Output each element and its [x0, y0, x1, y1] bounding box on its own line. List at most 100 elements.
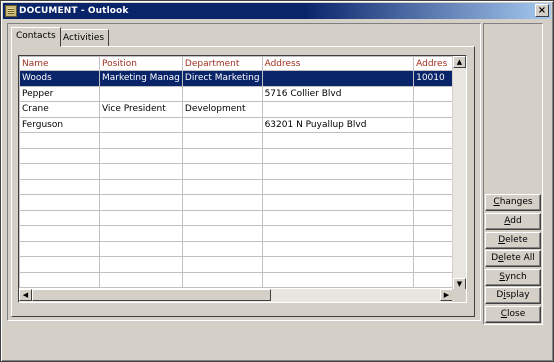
empty-cell[interactable]: [413, 194, 453, 211]
title-bar[interactable]: DOCUMENT - Outlook ×: [3, 3, 551, 19]
empty-cell[interactable]: [98, 209, 183, 226]
empty-table-row[interactable]: [19, 163, 453, 180]
empty-cell[interactable]: [181, 163, 263, 180]
empty-cell[interactable]: [413, 147, 453, 164]
cell-address[interactable]: [261, 101, 415, 118]
cell-address[interactable]: 63201 N Puyallup Blvd: [261, 116, 415, 133]
changes-button[interactable]: Changes: [485, 194, 541, 211]
empty-table-row[interactable]: [19, 178, 453, 195]
empty-cell[interactable]: [181, 132, 263, 149]
vertical-scrollbar[interactable]: ▲ ▼: [452, 56, 466, 290]
tab-activities[interactable]: Activities: [58, 29, 110, 47]
empty-cell[interactable]: [261, 240, 415, 257]
empty-cell[interactable]: [98, 271, 183, 288]
cell-position[interactable]: Vice President: [98, 101, 183, 118]
empty-cell[interactable]: [181, 256, 263, 273]
table-row[interactable]: Ferguson 63201 N Puyallup Blvd: [19, 116, 453, 133]
empty-cell[interactable]: [98, 147, 183, 164]
empty-cell[interactable]: [413, 163, 453, 180]
empty-cell[interactable]: [19, 147, 100, 164]
cell-position[interactable]: [98, 85, 183, 102]
empty-cell[interactable]: [261, 225, 415, 242]
empty-cell[interactable]: [19, 194, 100, 211]
cell-name[interactable]: Crane: [19, 101, 100, 118]
cell-department[interactable]: [181, 85, 263, 102]
empty-cell[interactable]: [98, 194, 183, 211]
empty-cell[interactable]: [261, 163, 415, 180]
empty-cell[interactable]: [413, 271, 453, 288]
empty-cell[interactable]: [261, 256, 415, 273]
empty-cell[interactable]: [181, 271, 263, 288]
empty-cell[interactable]: [19, 178, 100, 195]
empty-table-row[interactable]: [19, 256, 453, 273]
empty-cell[interactable]: [413, 256, 453, 273]
empty-cell[interactable]: [413, 178, 453, 195]
empty-cell[interactable]: [181, 178, 263, 195]
empty-cell[interactable]: [98, 240, 183, 257]
empty-cell[interactable]: [19, 132, 100, 149]
cell-address[interactable]: [261, 70, 415, 87]
scroll-up-icon[interactable]: ▲: [453, 56, 466, 68]
empty-cell[interactable]: [181, 194, 263, 211]
empty-cell[interactable]: [261, 194, 415, 211]
close-button[interactable]: Close: [485, 306, 541, 323]
delete-all-button[interactable]: Delete All: [485, 250, 541, 267]
cell-name[interactable]: Pepper: [19, 85, 100, 102]
empty-cell[interactable]: [19, 225, 100, 242]
empty-cell[interactable]: [181, 240, 263, 257]
display-button[interactable]: Display: [485, 287, 541, 304]
cell-position[interactable]: [98, 116, 183, 133]
scroll-left-icon[interactable]: ◀: [19, 289, 32, 301]
cell-address-2[interactable]: 10010: [413, 70, 453, 87]
empty-cell[interactable]: [19, 256, 100, 273]
horizontal-scrollbar[interactable]: ◀ ▶: [19, 289, 453, 302]
empty-cell[interactable]: [261, 209, 415, 226]
empty-cell[interactable]: [261, 132, 415, 149]
close-window-button[interactable]: ×: [535, 4, 549, 17]
column-header-department[interactable]: Department: [181, 56, 263, 71]
empty-table-row[interactable]: [19, 271, 453, 288]
add-button[interactable]: Add: [485, 213, 541, 230]
empty-cell[interactable]: [181, 209, 263, 226]
cell-department[interactable]: Development: [181, 101, 263, 118]
column-header-name[interactable]: Name: [19, 56, 100, 71]
empty-cell[interactable]: [413, 132, 453, 149]
empty-cell[interactable]: [181, 147, 263, 164]
empty-cell[interactable]: [19, 209, 100, 226]
empty-cell[interactable]: [19, 240, 100, 257]
empty-table-row[interactable]: [19, 194, 453, 211]
empty-cell[interactable]: [261, 271, 415, 288]
cell-address-2[interactable]: [413, 116, 453, 133]
empty-cell[interactable]: [413, 240, 453, 257]
horizontal-scroll-thumb[interactable]: [32, 289, 271, 301]
cell-position[interactable]: Marketing Manag: [98, 70, 183, 87]
empty-cell[interactable]: [98, 132, 183, 149]
cell-name[interactable]: Ferguson: [19, 116, 100, 133]
empty-cell[interactable]: [98, 163, 183, 180]
cell-name[interactable]: Woods: [19, 70, 100, 87]
empty-table-row[interactable]: [19, 240, 453, 257]
cell-address-2[interactable]: [413, 85, 453, 102]
empty-cell[interactable]: [19, 271, 100, 288]
empty-cell[interactable]: [261, 147, 415, 164]
table-row[interactable]: Woods Marketing Manag Direct Marketing 1001…: [19, 70, 453, 87]
cell-address[interactable]: 5716 Collier Blvd: [261, 85, 415, 102]
cell-department[interactable]: Direct Marketing: [181, 70, 263, 87]
empty-cell[interactable]: [261, 178, 415, 195]
empty-table-row[interactable]: [19, 132, 453, 149]
synch-button[interactable]: Synch: [485, 269, 541, 286]
empty-cell[interactable]: [413, 225, 453, 242]
delete-button[interactable]: Delete: [485, 232, 541, 249]
table-row[interactable]: Pepper 5716 Collier Blvd: [19, 85, 453, 102]
tab-contacts[interactable]: Contacts: [11, 27, 61, 47]
empty-table-row[interactable]: [19, 209, 453, 226]
cell-address-2[interactable]: [413, 101, 453, 118]
table-row[interactable]: Crane Vice President Development: [19, 101, 453, 118]
cell-department[interactable]: [181, 116, 263, 133]
empty-cell[interactable]: [181, 225, 263, 242]
empty-cell[interactable]: [98, 256, 183, 273]
column-header-address-2[interactable]: Addres: [413, 56, 453, 71]
column-header-address[interactable]: Address: [261, 56, 415, 71]
empty-cell[interactable]: [98, 225, 183, 242]
empty-table-row[interactable]: [19, 225, 453, 242]
